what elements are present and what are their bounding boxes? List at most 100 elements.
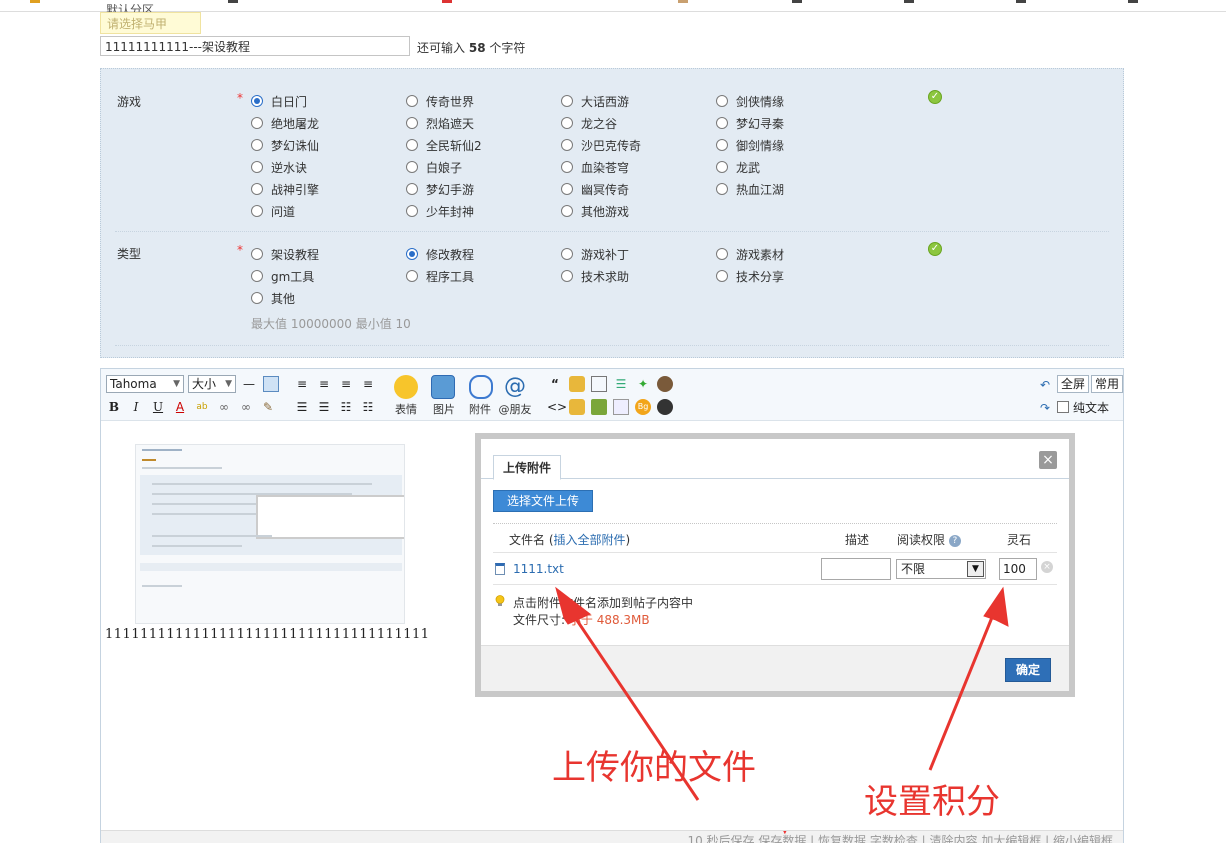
unlink-icon[interactable]: ∞	[238, 399, 254, 415]
radio-option-type_group[interactable]: 游戏素材	[716, 245, 784, 263]
radio-option-game_group[interactable]: 梦幻寻秦	[716, 114, 784, 132]
resize-arrow-icon[interactable]: ▼	[781, 831, 789, 841]
radio-option-game_group[interactable]: 热血江湖	[716, 180, 784, 198]
font-color-icon[interactable]: A	[172, 399, 188, 415]
radio-button[interactable]	[716, 139, 728, 151]
radio-button[interactable]	[406, 183, 418, 195]
delete-attachment-icon[interactable]: ×	[1041, 561, 1053, 573]
insert-all-link[interactable]: 插入全部附件	[554, 533, 626, 547]
font-size-select[interactable]: 大小 ▼	[188, 375, 236, 393]
vest-select[interactable]: 请选择马甲	[100, 12, 201, 34]
radio-button[interactable]	[716, 183, 728, 195]
quote-icon[interactable]: “	[547, 376, 563, 392]
attachment-icon[interactable]	[469, 375, 493, 399]
radio-button[interactable]	[406, 248, 418, 260]
radio-option-type_group[interactable]: 修改教程	[406, 245, 474, 263]
radio-button[interactable]	[561, 117, 573, 129]
radio-button[interactable]	[251, 205, 263, 217]
radio-option-game_group[interactable]: 逆水诀	[251, 158, 307, 176]
select-file-upload-button[interactable]: 选择文件上传	[493, 490, 593, 512]
radio-option-type_group[interactable]: 技术分享	[716, 267, 784, 285]
flash-icon[interactable]: ✦	[635, 376, 651, 392]
radio-button[interactable]	[406, 270, 418, 282]
align-center-icon[interactable]: ≡	[316, 376, 332, 392]
radio-option-type_group[interactable]: 技术求助	[561, 267, 629, 285]
radio-button[interactable]	[251, 117, 263, 129]
bold-icon[interactable]: B	[106, 399, 122, 415]
underline-icon[interactable]: U	[150, 399, 166, 415]
title-input[interactable]	[100, 36, 410, 56]
attachment-filename-link[interactable]: 1111.txt	[513, 562, 564, 576]
media-icon[interactable]	[657, 376, 673, 392]
radio-option-game_group[interactable]: 沙巴克传奇	[561, 136, 641, 154]
background-icon[interactable]: Bg	[635, 399, 651, 415]
radio-option-game_group[interactable]: 绝地屠龙	[251, 114, 319, 132]
radio-option-game_group[interactable]: 御剑情缘	[716, 136, 784, 154]
align-justify-icon[interactable]: ≡	[360, 376, 376, 392]
redo-icon[interactable]: ↷	[1037, 400, 1053, 416]
radio-button[interactable]	[716, 161, 728, 173]
radio-option-game_group[interactable]: 传奇世界	[406, 92, 474, 110]
qq-icon[interactable]	[657, 399, 673, 415]
toolbar-icon[interactable]	[228, 0, 238, 3]
radio-option-game_group[interactable]: 龙武	[716, 158, 760, 176]
radio-option-game_group[interactable]: 烈焰遮天	[406, 114, 474, 132]
table-icon[interactable]	[263, 376, 279, 392]
table-insert-icon[interactable]: ☰	[613, 376, 629, 392]
radio-button[interactable]	[561, 205, 573, 217]
confirm-button[interactable]: 确定	[1005, 658, 1051, 682]
radio-option-game_group[interactable]: 白娘子	[406, 158, 462, 176]
radio-option-type_group[interactable]: 游戏补丁	[561, 245, 629, 263]
radio-button[interactable]	[716, 248, 728, 260]
radio-button[interactable]	[251, 270, 263, 282]
radio-option-game_group[interactable]: 白日门	[251, 92, 307, 110]
page-icon[interactable]	[613, 399, 629, 415]
hr-icon[interactable]: —	[241, 376, 257, 392]
radio-option-game_group[interactable]: 问道	[251, 202, 295, 220]
radio-option-game_group[interactable]: 幽冥传奇	[561, 180, 629, 198]
radio-option-type_group[interactable]: 架设教程	[251, 245, 319, 263]
radio-button[interactable]	[251, 161, 263, 173]
radio-option-game_group[interactable]: 血染苍穹	[561, 158, 629, 176]
radio-button[interactable]	[561, 161, 573, 173]
radio-button[interactable]	[716, 270, 728, 282]
lock-icon[interactable]	[569, 399, 585, 415]
radio-button[interactable]	[251, 139, 263, 151]
indent-icon[interactable]: ☰	[294, 399, 310, 415]
toolbar-icon[interactable]	[678, 0, 688, 3]
plaintext-checkbox[interactable]	[1057, 401, 1069, 413]
radio-option-game_group[interactable]: 全民斩仙2	[406, 136, 482, 154]
unordered-list-icon[interactable]: ☷	[360, 399, 376, 415]
at-friend-icon[interactable]: @	[503, 375, 527, 399]
radio-option-type_group[interactable]: gm工具	[251, 267, 314, 285]
link-icon[interactable]: ∞	[216, 399, 232, 415]
image-icon[interactable]	[431, 375, 455, 399]
emoji-icon[interactable]	[394, 375, 418, 399]
align-right-icon[interactable]: ≡	[338, 376, 354, 392]
radio-button[interactable]	[251, 248, 263, 260]
toolbar-icon[interactable]	[30, 0, 40, 3]
toolbar-icon[interactable]	[904, 0, 914, 3]
radio-button[interactable]	[716, 95, 728, 107]
radio-option-game_group[interactable]: 梦幻诛仙	[251, 136, 319, 154]
radio-option-game_group[interactable]: 龙之谷	[561, 114, 617, 132]
fullscreen-button[interactable]: 全屏	[1057, 375, 1090, 393]
radio-button[interactable]	[406, 117, 418, 129]
radio-button[interactable]	[251, 95, 263, 107]
radio-button[interactable]	[251, 292, 263, 304]
eraser-icon[interactable]: ✎	[260, 399, 276, 415]
help-icon[interactable]: ?	[948, 534, 961, 547]
close-icon[interactable]: ×	[1039, 451, 1057, 469]
radio-option-game_group[interactable]: 战神引擎	[251, 180, 319, 198]
italic-icon[interactable]: I	[128, 399, 144, 415]
status-links[interactable]: 10 秒后保存 保存数据 | 恢复数据 字数检查 | 清除内容 加大编辑框 | …	[687, 834, 1113, 843]
toolbar-icon[interactable]	[1128, 0, 1138, 3]
ordered-list-icon[interactable]: ☷	[338, 399, 354, 415]
radio-button[interactable]	[561, 248, 573, 260]
tab-upload-attachment[interactable]: 上传附件	[493, 455, 561, 480]
payment-icon[interactable]	[591, 399, 607, 415]
font-family-select[interactable]: Tahoma ▼	[106, 375, 184, 393]
read-permission-select[interactable]: 不限 ▼	[896, 559, 986, 579]
code-icon[interactable]: <>	[547, 399, 567, 415]
radio-button[interactable]	[251, 183, 263, 195]
